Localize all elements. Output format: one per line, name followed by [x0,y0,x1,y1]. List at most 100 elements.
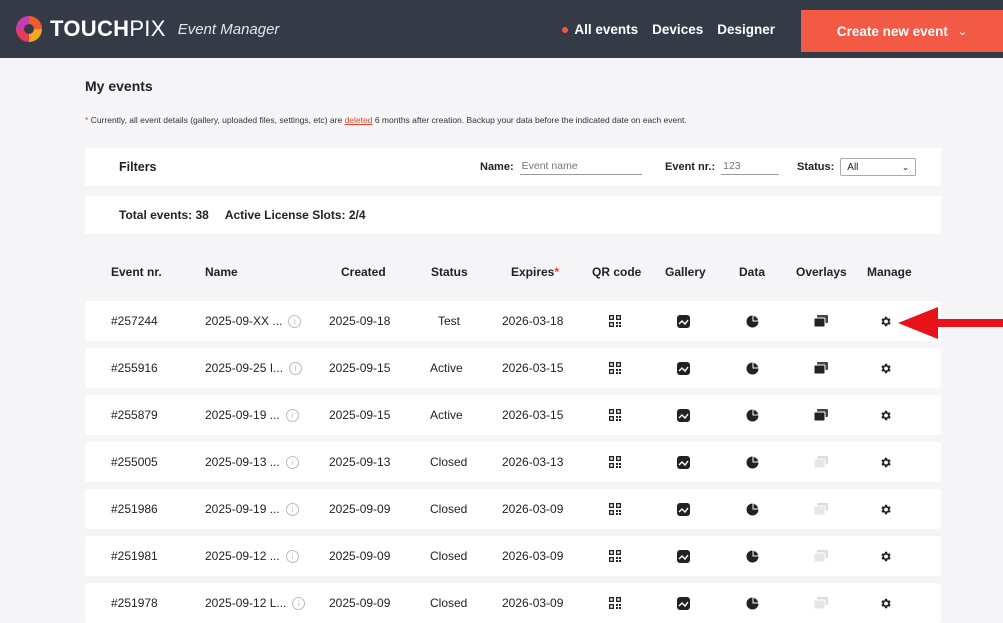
qr-code-icon[interactable] [607,548,623,564]
manage-gear-icon[interactable] [877,595,893,611]
manage-gear-icon[interactable] [877,407,893,423]
cell-expires: 2026-03-09 [502,502,564,516]
data-chart-icon[interactable] [744,454,760,470]
cell-expires: 2026-03-15 [502,408,564,422]
info-icon[interactable]: i [285,550,299,564]
manage-gear-icon[interactable] [877,501,893,517]
overlays-icon [813,501,829,517]
cell-event-nr: #255005 [111,455,158,469]
gallery-icon[interactable] [675,501,691,517]
table-row[interactable]: #257244 2025-09-XX ... i 2025-09-18 Test 2026… [85,301,941,341]
gallery-icon[interactable] [675,595,691,611]
cell-status: Closed [430,455,468,469]
qr-code-icon[interactable] [607,454,623,470]
header-status[interactable]: Status [431,265,468,279]
info-icon[interactable]: i [285,503,299,517]
table-row[interactable]: #255916 2025-09-25 I... i 2025-09-15 Active 2… [85,348,941,388]
cell-event-nr: #251981 [111,549,158,563]
top-navigation-bar: TOUCHPIX Event Manager All events Device… [0,0,1003,58]
header-gallery: Gallery [665,265,706,279]
header-event-nr[interactable]: Event nr. [111,265,162,279]
active-dot-icon [562,26,569,33]
overlays-icon[interactable] [813,360,829,376]
cell-event-nr: #251986 [111,502,158,516]
data-chart-icon[interactable] [744,501,760,517]
cell-event-nr: #251978 [111,596,158,610]
total-events: Total events: 38 [119,208,209,222]
qr-code-icon[interactable] [607,595,623,611]
gallery-icon[interactable] [675,407,691,423]
gallery-icon[interactable] [675,313,691,329]
info-icon[interactable]: i [289,362,303,376]
event-name-input[interactable] [519,158,642,175]
qr-code-icon[interactable] [607,407,623,423]
manage-gear-icon[interactable] [877,548,893,564]
app-subtitle: Event Manager [177,20,280,38]
cell-created: 2025-09-09 [329,502,391,516]
header-manage: Manage [867,265,912,279]
cell-name: 2025-09-13 ... i [205,455,299,470]
red-arrow-annotation [898,307,1003,339]
cell-status: Closed [430,549,468,563]
gallery-icon[interactable] [675,548,691,564]
table-row[interactable]: #251981 2025-09-12 ... i 2025-09-09 Closed 20… [85,536,941,576]
data-chart-icon[interactable] [744,313,760,329]
cell-expires: 2026-03-13 [502,455,564,469]
data-chart-icon[interactable] [744,548,760,564]
table-row[interactable]: #255879 2025-09-19 ... i 2025-09-15 Active 20… [85,395,941,435]
nav-all-events[interactable]: All events [562,22,638,37]
touchpix-logo-icon [16,16,42,42]
info-icon[interactable]: i [285,456,299,470]
data-chart-icon[interactable] [744,595,760,611]
qr-code-icon[interactable] [607,360,623,376]
event-nr-input[interactable] [721,158,780,175]
cell-expires: 2026-03-15 [502,361,564,375]
main-nav: All events Devices Designer [562,0,775,58]
manage-gear-icon[interactable] [877,454,893,470]
overlays-icon[interactable] [813,313,829,329]
header-qr-code: QR code [592,265,642,279]
info-icon[interactable]: i [285,409,299,423]
manage-gear-icon[interactable] [877,313,893,329]
table-header: Event nr. Name Created Status Expires* Q… [85,258,941,286]
overlays-icon [813,548,829,564]
table-row[interactable]: #251986 2025-09-19 ... i 2025-09-09 Closed 20… [85,489,941,529]
cell-created: 2025-09-13 [329,455,391,469]
nav-devices[interactable]: Devices [652,22,703,37]
header-created[interactable]: Created [341,265,386,279]
status-select[interactable]: All ⌄ [840,158,917,176]
deletion-notice: * Currently, all event details (gallery,… [85,115,687,125]
table-row[interactable]: #255005 2025-09-13 ... i 2025-09-13 Closed 20… [85,442,941,482]
overlays-icon [813,595,829,611]
gallery-icon[interactable] [675,360,691,376]
info-icon[interactable]: i [288,315,302,329]
active-license-slots: Active License Slots: 2/4 [224,208,366,222]
data-chart-icon[interactable] [744,360,760,376]
manage-gear-icon[interactable] [877,360,893,376]
cell-name: 2025-09-25 I... i [205,361,303,376]
brand-logo[interactable]: TOUCHPIX Event Manager [16,14,279,44]
chevron-down-icon: ⌄ [957,25,968,38]
cell-name: 2025-09-12 ... i [205,549,299,564]
header-expires[interactable]: Expires* [511,265,559,279]
cell-status: Closed [430,502,468,516]
overlays-icon[interactable] [813,407,829,423]
data-chart-icon[interactable] [744,407,760,423]
gallery-icon[interactable] [675,454,691,470]
status-filter: Status: All ⌄ [797,158,917,176]
cell-created: 2025-09-09 [329,549,391,563]
info-icon[interactable]: i [292,597,306,611]
nav-designer[interactable]: Designer [717,22,775,37]
cell-created: 2025-09-18 [329,314,391,328]
brand-name: TOUCHPIX [50,16,166,41]
header-name[interactable]: Name [205,265,238,279]
filters-panel: Filters Name: Event nr.: Status: All⌄ [85,148,941,186]
qr-code-icon[interactable] [607,501,623,517]
create-new-event-button[interactable]: Create new event ⌄ [801,10,1003,52]
deleted-link[interactable]: deleted [345,115,373,125]
table-row[interactable]: #251978 2025-09-12 L... i 2025-09-09 Closed 2… [85,583,941,623]
event-nr-filter: Event nr.: [665,158,780,175]
cell-status: Test [438,314,461,328]
qr-code-icon[interactable] [607,313,623,329]
cell-event-nr: #255879 [111,408,158,422]
